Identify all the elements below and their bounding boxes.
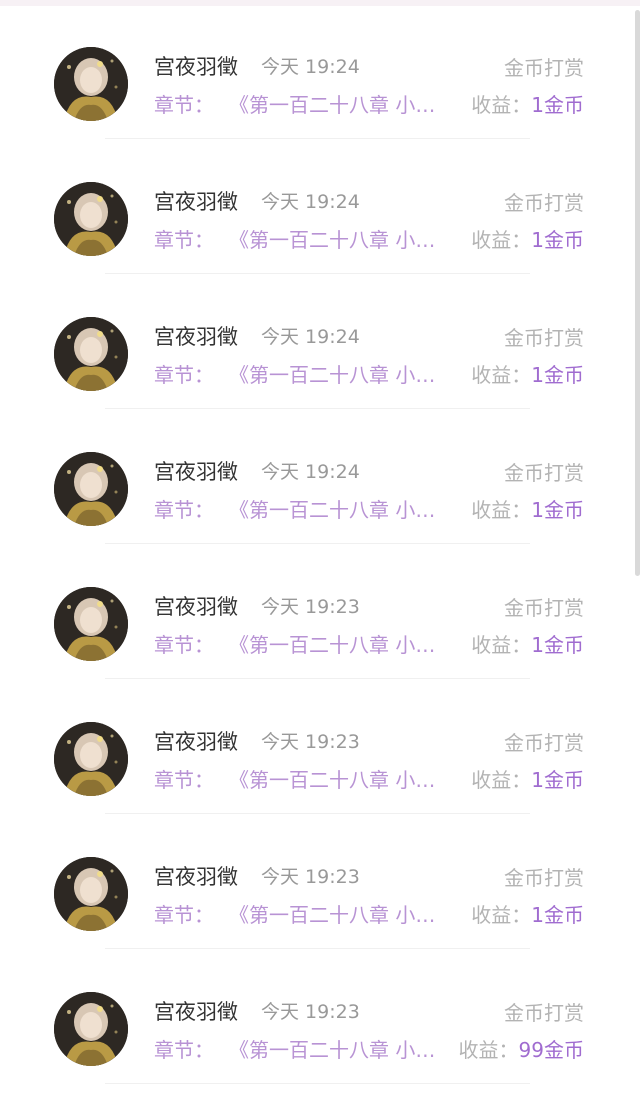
user-avatar[interactable] [54,182,128,256]
chapter-link[interactable]: 《第一百二十八章 小婉的回归》 [229,900,453,930]
reward-type: 金币打赏 [504,326,584,350]
chapter-link[interactable]: 《第一百二十八章 小婉的回归》 [229,360,453,390]
reward-time: 今天 19:24 [261,191,360,213]
reward-type: 金币打赏 [504,461,584,485]
income-value: 99金币 [518,1038,584,1062]
income: 收益：99金币 [459,1035,584,1065]
income: 收益：1金币 [471,765,584,795]
user-avatar[interactable] [54,722,128,796]
chapter-label: 章节： [154,768,214,792]
scrollbar[interactable] [635,10,640,576]
reward-item[interactable]: 宫夜羽徵 今天 19:24 金币打赏 章节： 《第一百二十八章 小婉的回归》 收… [0,135,640,274]
reward-item[interactable]: 宫夜羽徵 今天 19:24 金币打赏 章节： 《第一百二十八章 小婉的回归》 收… [0,270,640,409]
chapter-link[interactable]: 《第一百二十八章 小婉的回归》 [229,225,453,255]
user-name[interactable]: 宫夜羽徵 [154,457,238,487]
reward-item[interactable]: 宫夜羽徵 今天 19:24 金币打赏 章节： 《第一百二十八章 小婉的回归》 收… [0,405,640,544]
chapter-label: 章节： [154,363,214,387]
avatar-portrait-icon [54,47,128,121]
income: 收益：1金币 [471,495,584,525]
chapter-label: 章节： [154,1038,214,1062]
avatar-portrait-icon [54,992,128,1066]
avatar-portrait-icon [54,722,128,796]
chapter-label: 章节： [154,93,214,117]
reward-type: 金币打赏 [504,1001,584,1025]
income-value: 1金币 [531,903,584,927]
user-name[interactable]: 宫夜羽徵 [154,997,238,1027]
chapter-link[interactable]: 《第一百二十八章 小婉的回归》 [229,495,453,525]
income-label: 收益： [471,93,532,117]
user-avatar[interactable] [54,317,128,391]
reward-item[interactable]: 宫夜羽徵 今天 19:23 金币打赏 章节： 《第一百二十八章 小婉的回归》 收… [0,675,640,814]
chapter-label: 章节： [154,903,214,927]
user-name[interactable]: 宫夜羽徵 [154,52,238,82]
row-divider [105,1083,530,1084]
reward-item[interactable]: 宫夜羽徵 今天 19:23 金币打赏 章节： 《第一百二十八章 小婉的回归》 收… [0,540,640,679]
avatar-portrait-icon [54,317,128,391]
income-label: 收益： [471,228,532,252]
avatar-portrait-icon [54,452,128,526]
user-avatar[interactable] [54,452,128,526]
income-value: 1金币 [531,633,584,657]
reward-type: 金币打赏 [504,191,584,215]
reward-item[interactable]: 宫夜羽徵 今天 19:23 金币打赏 章节： 《第一百二十八章 小婉的回归》 收… [0,945,640,1084]
income-value: 1金币 [531,228,584,252]
income-value: 1金币 [531,768,584,792]
user-name[interactable]: 宫夜羽徵 [154,322,238,352]
income: 收益：1金币 [471,90,584,120]
chapter-link[interactable]: 《第一百二十八章 小婉的回归》 [229,1035,441,1065]
chapter-link[interactable]: 《第一百二十八章 小婉的回归》 [229,90,453,120]
reward-item[interactable]: 宫夜羽徵 今天 19:24 金币打赏 章节： 《第一百二十八章 小婉的回归》 收… [0,0,640,139]
income: 收益：1金币 [471,630,584,660]
reward-type: 金币打赏 [504,596,584,620]
reward-time: 今天 19:23 [261,866,360,888]
income: 收益：1金币 [471,360,584,390]
income-value: 1金币 [531,498,584,522]
chapter-label: 章节： [154,228,214,252]
reward-time: 今天 19:23 [261,596,360,618]
reward-type: 金币打赏 [504,731,584,755]
income-label: 收益： [458,1038,519,1062]
user-name[interactable]: 宫夜羽徵 [154,187,238,217]
reward-time: 今天 19:24 [261,326,360,348]
income-value: 1金币 [531,93,584,117]
reward-item[interactable]: 宫夜羽徵 今天 19:23 金币打赏 章节： 《第一百二十八章 小婉的回归》 收… [0,810,640,949]
avatar-portrait-icon [54,182,128,256]
user-avatar[interactable] [54,587,128,661]
income: 收益：1金币 [471,225,584,255]
chapter-link[interactable]: 《第一百二十八章 小婉的回归》 [229,630,453,660]
chapter-label: 章节： [154,633,214,657]
reward-time: 今天 19:23 [261,1001,360,1023]
reward-type: 金币打赏 [504,56,584,80]
reward-type: 金币打赏 [504,866,584,890]
avatar-portrait-icon [54,857,128,931]
income: 收益：1金币 [471,900,584,930]
income-label: 收益： [471,633,532,657]
income-label: 收益： [471,768,532,792]
income-label: 收益： [471,498,532,522]
avatar-portrait-icon [54,587,128,661]
user-avatar[interactable] [54,857,128,931]
user-avatar[interactable] [54,47,128,121]
user-name[interactable]: 宫夜羽徵 [154,727,238,757]
income-label: 收益： [471,363,532,387]
chapter-label: 章节： [154,498,214,522]
user-name[interactable]: 宫夜羽徵 [154,862,238,892]
chapter-link[interactable]: 《第一百二十八章 小婉的回归》 [229,765,453,795]
reward-time: 今天 19:23 [261,731,360,753]
reward-time: 今天 19:24 [261,461,360,483]
user-name[interactable]: 宫夜羽徵 [154,592,238,622]
reward-time: 今天 19:24 [261,56,360,78]
user-avatar[interactable] [54,992,128,1066]
income-value: 1金币 [531,363,584,387]
income-label: 收益： [471,903,532,927]
